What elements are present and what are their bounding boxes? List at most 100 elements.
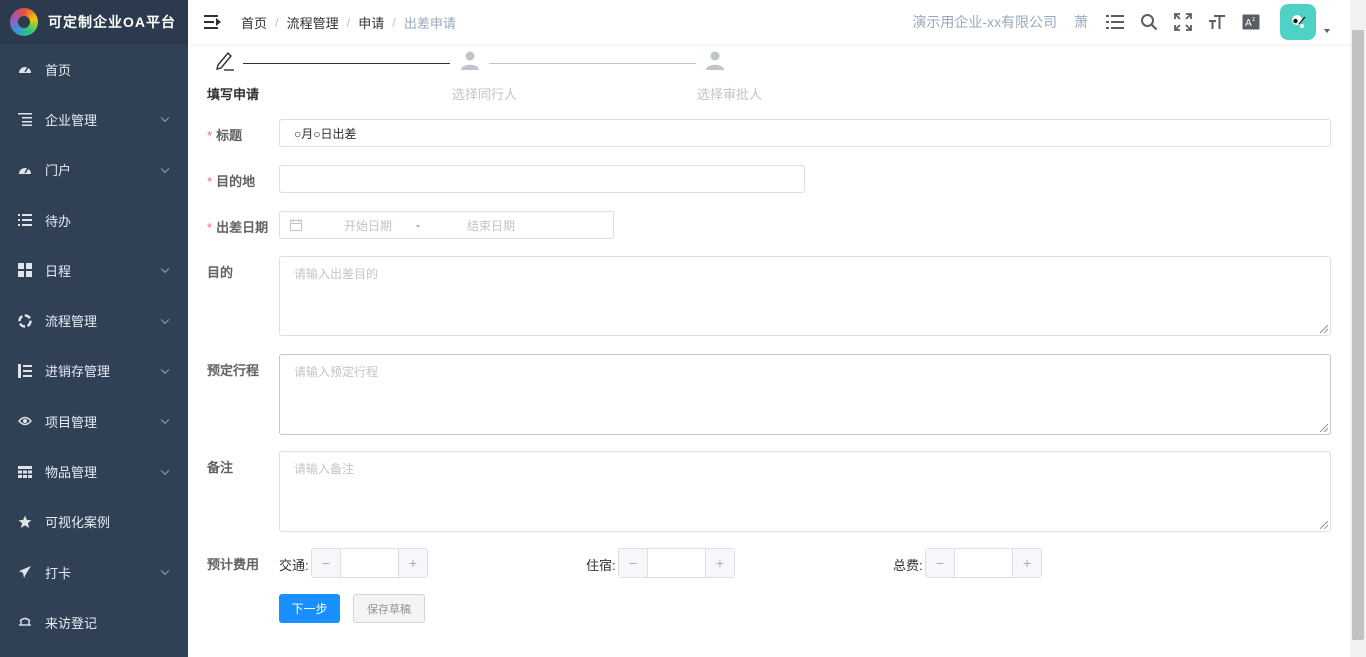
date-label: * 出差日期 [207,220,269,235]
sidebar-item-9[interactable]: 物品管理 [0,446,188,496]
total-increase-button[interactable]: + [1012,549,1041,577]
sidebar-item-11[interactable]: 打卡 [0,547,188,597]
grid-icon [18,263,32,278]
save-draft-button[interactable]: 保存草稿 [353,594,425,623]
next-step-button[interactable]: 下一步 [279,594,340,623]
chevron-down-icon [160,466,170,475]
sidebar-item-2[interactable]: 企业管理 [0,94,188,144]
logo-icon [10,8,38,36]
start-date-input[interactable]: 开始日期 [344,217,392,234]
sidebar-item-6[interactable]: 流程管理 [0,295,188,345]
language-icon[interactable]: Az [1242,13,1260,31]
sidebar-item-7[interactable]: 进销存管理 [0,346,188,396]
total-label: 总费: [893,558,923,573]
sidebar-item-12[interactable]: 来访登记 [0,597,188,647]
step-title-approver: 选择审批人 [697,87,763,102]
sidebar-item-label: 首页 [45,62,72,78]
svg-text:z: z [1252,16,1255,23]
avatar[interactable] [1280,4,1316,40]
end-date-input[interactable]: 结束日期 [467,217,515,234]
lodging-increase-button[interactable]: + [705,549,734,577]
remark-label: 备注 [207,460,234,475]
sidebar-item-5[interactable]: 日程 [0,245,188,295]
step-connector [243,63,450,64]
purpose-label: 目的 [207,265,234,280]
sidebar-item-8[interactable]: 项目管理 [0,396,188,446]
sidebar-item-label: 项目管理 [45,414,98,430]
user-name: 萧 [1074,14,1088,30]
step-connector [489,63,696,64]
chevron-down-icon [160,113,170,123]
lodging-stepper[interactable]: − + [618,548,735,578]
traffic-increase-button[interactable]: + [398,549,427,577]
step-title-fill: 填写申请 [207,87,260,102]
page-scrollbar[interactable] [1350,0,1366,657]
breadcrumb: 首页 / 流程管理 / 申请 / 出差申请 [241,13,456,32]
search-icon[interactable] [1140,13,1158,31]
traffic-stepper[interactable]: − + [311,548,428,578]
sidebar-item-1[interactable]: 首页 [0,44,188,94]
sidebar-item-label: 企业管理 [45,112,98,128]
breadcrumb-home[interactable]: 首页 [241,13,267,32]
destination-input[interactable] [279,165,805,193]
sidebar-item-3[interactable]: 门户 [0,145,188,195]
step-title-companions: 选择同行人 [452,87,518,102]
font-size-icon[interactable] [1208,13,1226,31]
dashboard-icon [18,62,32,76]
edit-icon [214,50,236,72]
sidebar-item-4[interactable]: 待办 [0,195,188,245]
chevron-down-icon [160,164,170,173]
breadcrumb-apply[interactable]: 申请 [358,13,384,32]
chevron-down-icon [160,264,170,274]
date-separator: - [416,218,421,232]
remark-textarea[interactable]: 请输入备注 [279,451,1331,532]
list-icon [18,213,32,227]
purpose-textarea[interactable]: 请输入出差目的 [279,256,1331,336]
sidebar-item-label: 流程管理 [45,314,98,330]
hamburger-icon[interactable] [204,15,222,29]
title-input[interactable]: ○月○日出差 [279,119,1331,147]
logo-area[interactable]: 可定制企业OA平台 [0,0,188,44]
breadcrumb-separator: / [346,14,351,30]
fullscreen-icon[interactable] [1174,13,1192,31]
itinerary-label: 预定行程 [207,363,260,378]
lodging-decrease-button[interactable]: − [619,549,648,577]
scrollbar-thumb[interactable] [1352,30,1364,640]
traffic-label: 交通: [279,558,309,573]
traffic-input[interactable] [341,549,398,577]
destination-label: * 目的地 [207,174,256,189]
lodging-input[interactable] [648,549,705,577]
guide-icon [18,615,32,629]
itinerary-textarea[interactable]: 请输入预定行程 [279,354,1331,435]
eye-icon [18,414,32,428]
sidebar-menu: 首页企业管理门户 待办日程流程管理进销存管理项目管理物品管理 可视化案例 打卡 来访登记 [0,44,188,648]
cost-label: 预计费用 [207,557,260,572]
breadcrumb-flow-management[interactable]: 流程管理 [287,13,339,32]
chevron-down-icon [160,415,170,425]
sidebar-item-label: 日程 [45,263,72,279]
traffic-decrease-button[interactable]: − [312,549,341,577]
star-icon [18,515,32,529]
flow-icon [18,313,32,328]
dashboard-icon [18,163,32,177]
user-icon [704,50,726,72]
total-decrease-button[interactable]: − [926,549,955,577]
main-content: 填写申请 选择同行人 选择审批人 * 标题 ○月○日出差 * 目的地 * 出差日期 开… [188,44,1350,657]
sidebar-item-10[interactable]: 可视化案例 [0,497,188,547]
caret-down-icon[interactable] [1324,29,1330,33]
date-range-picker[interactable]: 开始日期 - 结束日期 [279,211,614,239]
chevron-down-icon [160,315,170,324]
app-title: 可定制企业OA平台 [48,14,176,30]
breadcrumb-separator: / [275,14,279,30]
total-stepper[interactable]: − + [925,548,1042,578]
chevron-down-icon [160,365,170,374]
navbar-right-menu: 演示用企业-xx有限公司 萧 Az [912,0,1330,44]
sidebar-item-label: 进销存管理 [45,364,111,380]
tree-list-icon [18,112,32,127]
lodging-label: 住宿: [586,558,616,573]
user-icon [459,50,481,72]
total-input[interactable] [955,549,1012,577]
list-icon[interactable] [1106,13,1124,31]
steps: 填写申请 选择同行人 选择审批人 [206,48,806,102]
chevron-down-icon [160,566,170,576]
